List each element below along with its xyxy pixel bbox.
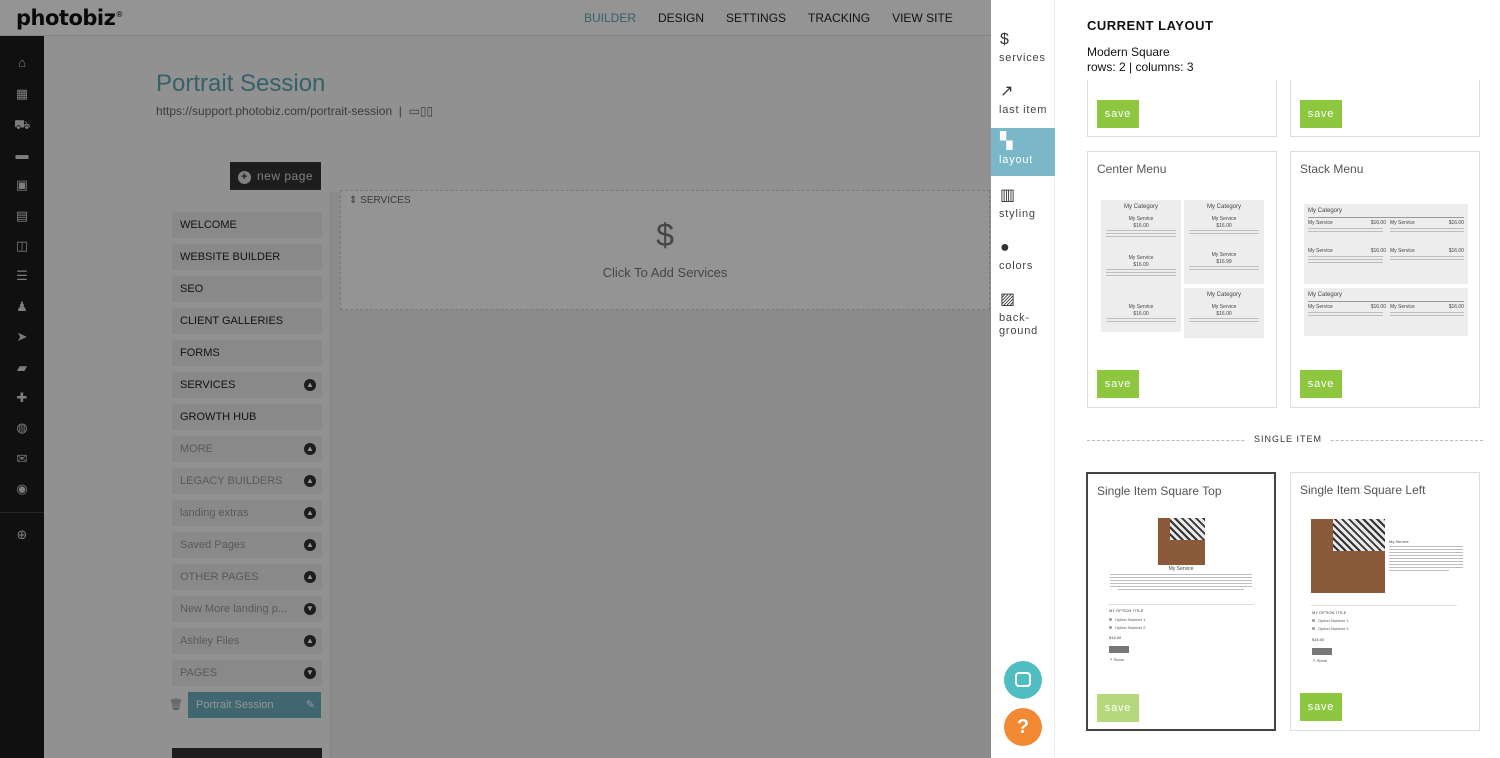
chat-button[interactable] <box>1004 661 1042 699</box>
save-button[interactable]: save <box>1097 370 1139 398</box>
layout-panel: CURRENT LAYOUT Modern Square rows: 2 | c… <box>1055 0 1500 758</box>
help-button[interactable]: ? <box>1004 708 1042 746</box>
rail-services[interactable]: $ services <box>991 30 1055 78</box>
save-button[interactable]: save <box>1300 370 1342 398</box>
panel-heading: CURRENT LAYOUT <box>1087 18 1214 33</box>
layout-card-single-item-square-top[interactable]: Single Item Square Top My Service MY OPT… <box>1086 472 1276 731</box>
chat-bubble-icon <box>1015 672 1031 687</box>
save-button[interactable]: save <box>1097 694 1139 722</box>
rail-last-item[interactable]: ↗ last item <box>991 82 1055 130</box>
rail-colors[interactable]: ● colors <box>991 238 1055 286</box>
preview-column: My Category My Service $16.00 My Service… <box>1184 200 1264 284</box>
layout-card-title: Single Item Square Left <box>1300 483 1426 497</box>
colors-icon: ● <box>1000 239 1010 256</box>
dollar-icon: $ <box>1000 31 1009 48</box>
layout-card-title: Single Item Square Top <box>1097 484 1222 498</box>
share-icon: ↗ <box>1000 83 1014 100</box>
current-layout-header: CURRENT LAYOUT Modern Square rows: 2 | c… <box>1087 18 1213 74</box>
editor-icon-rail: $ services ↗ last item ▚ layout ▥ stylin… <box>991 0 1055 758</box>
layout-card-title: Center Menu <box>1097 162 1167 176</box>
preview-column: My Category My Service $16.00 <box>1184 288 1264 338</box>
save-button[interactable]: save <box>1300 693 1342 721</box>
preview-photo <box>1158 518 1205 565</box>
current-layout-dims: rows: 2 | columns: 3 <box>1087 60 1194 74</box>
modal-overlay[interactable] <box>0 0 991 758</box>
layout-card-center-menu[interactable]: Center Menu My Category My Service $16.0… <box>1087 151 1277 408</box>
section-label-single-item: SINGLE ITEM <box>1246 434 1331 444</box>
rail-styling[interactable]: ▥ styling <box>991 186 1055 234</box>
styling-icon: ▥ <box>1000 187 1016 204</box>
layout-card-partial[interactable]: save <box>1087 80 1277 137</box>
current-layout-name: Modern Square <box>1087 45 1170 59</box>
layout-card-title: Stack Menu <box>1300 162 1364 176</box>
layout-icon: ▚ <box>1000 133 1013 150</box>
layout-card-single-item-square-left[interactable]: Single Item Square Left My Service MY OP… <box>1290 472 1480 731</box>
preview-section: My Category My Service $16.00 My Service… <box>1304 204 1468 284</box>
save-button[interactable]: save <box>1300 100 1342 128</box>
preview-section: My Category My Service $16.00 My Service… <box>1304 288 1468 336</box>
layout-card-stack-menu[interactable]: Stack Menu My Category My Service $16.00… <box>1290 151 1480 408</box>
rail-background[interactable]: ▨ back- ground <box>991 290 1055 350</box>
image-icon: ▨ <box>1000 291 1016 308</box>
layout-card-partial[interactable]: save <box>1290 80 1480 137</box>
rail-layout[interactable]: ▚ layout <box>991 128 1055 176</box>
save-button[interactable]: save <box>1097 100 1139 128</box>
preview-photo <box>1311 519 1385 593</box>
preview-column: My Category My Service $16.00 My Service… <box>1101 200 1181 332</box>
